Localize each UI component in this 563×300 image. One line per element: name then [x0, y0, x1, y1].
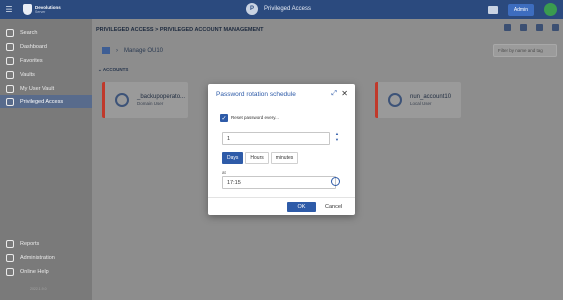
sidebar-item-label: Dashboard [20, 43, 47, 50]
sidebar-item-administration[interactable]: Administration [0, 251, 92, 264]
shield-logo-icon [23, 4, 32, 15]
help-icon [6, 267, 14, 276]
sidebar-item-online-help[interactable]: Online Help [0, 265, 92, 278]
vault-icon [6, 70, 14, 79]
search-icon [6, 28, 14, 37]
export-icon[interactable] [504, 24, 511, 31]
sidebar-item-label: Administration [20, 254, 55, 261]
version-label: 2022.1.9.0 [30, 287, 47, 291]
account-name: _backupoperato... [137, 94, 186, 100]
sidebar-item-label: Search [20, 29, 38, 36]
breadcrumb-text: PRIVILEGED ACCESS > PRIVILEGED ACCOUNT M… [96, 26, 264, 33]
gear-icon [6, 253, 14, 262]
reports-icon [6, 239, 14, 248]
sidebar-item-dashboard[interactable]: Dashboard [0, 40, 92, 53]
sidebar-item-label: Online Help [20, 268, 49, 275]
sidebar-item-label: Privileged Access [20, 98, 64, 105]
chevron-down-icon[interactable]: ▼ [334, 137, 340, 143]
page-title: Manage OU10 [124, 47, 164, 54]
sidebar-item-privileged-access[interactable]: Privileged Access [0, 95, 92, 108]
accounts-section-label[interactable]: ⌄ ACCOUNTS [98, 67, 128, 73]
sidebar-item-label: Favorites [20, 57, 43, 64]
cancel-button[interactable]: Cancel [325, 202, 342, 212]
at-label: at [222, 170, 226, 175]
module-title: P Privileged Access [246, 3, 311, 15]
reset-password-label: Reset password every... [231, 115, 279, 120]
sidebar-item-label: Vaults [20, 71, 35, 78]
expand-icon[interactable]: ⤢ [331, 90, 337, 98]
shield-icon [6, 97, 14, 106]
sidebar: Search Dashboard Favorites Vaults My Use… [0, 19, 92, 300]
add-icon[interactable] [536, 24, 543, 31]
chevron-right-icon: › [116, 47, 118, 54]
reset-password-checkbox[interactable]: ✓ [220, 114, 228, 122]
top-right-tools: Admin [487, 3, 557, 16]
unit-hours-button[interactable]: Hours [245, 152, 269, 164]
admin-button[interactable]: Admin [507, 3, 534, 16]
star-icon [6, 56, 14, 65]
breadcrumb: PRIVILEGED ACCESS > PRIVILEGED ACCOUNT M… [92, 19, 563, 40]
unit-selector: Days Hours minutes [222, 152, 299, 164]
account-name: nun_account10 [410, 94, 452, 100]
sidebar-item-my-user-vault[interactable]: My User Vault [0, 82, 92, 95]
user-icon [388, 93, 402, 107]
account-type: Local User [410, 101, 432, 106]
account-card[interactable]: _backupoperato... Domain User [102, 82, 188, 118]
account-card[interactable]: nun_account10 Local User [375, 82, 461, 118]
unit-minutes-button[interactable]: minutes [270, 152, 299, 164]
sidebar-item-label: Reports [20, 240, 40, 247]
brand-sub: Server [35, 10, 46, 14]
dashboard-icon [6, 42, 14, 51]
home-icon[interactable] [102, 47, 110, 54]
sidebar-item-reports[interactable]: Reports [0, 237, 92, 250]
unit-days-button[interactable]: Days [222, 152, 244, 164]
filter-input[interactable]: Filter by name and tag [493, 44, 557, 57]
interval-input[interactable]: 1 [222, 132, 330, 145]
avatar[interactable] [544, 3, 557, 16]
clock-icon[interactable] [331, 177, 340, 186]
sidebar-item-favorites[interactable]: Favorites [0, 54, 92, 67]
time-input[interactable]: 17:15 [222, 176, 336, 189]
account-type: Domain User [137, 101, 164, 106]
sidebar-item-label: My User Vault [20, 85, 55, 92]
user-vault-icon [6, 84, 14, 93]
interval-stepper[interactable]: ▲ ▼ [334, 131, 340, 143]
sidebar-item-search[interactable]: Search [0, 26, 92, 39]
mail-icon[interactable] [487, 5, 498, 14]
module-title-text: Privileged Access [264, 6, 312, 12]
ok-button[interactable]: OK [287, 202, 316, 212]
dialog-title: Password rotation schedule [216, 91, 296, 98]
close-icon[interactable]: ✕ [341, 89, 348, 98]
chevron-down-icon: ⌄ [98, 67, 102, 72]
pam-icon: P [246, 3, 258, 15]
password-rotation-dialog: Password rotation schedule ⤢ ✕ ✓ Reset p… [208, 84, 355, 215]
folder-icon[interactable] [552, 24, 559, 31]
app-logo: Devolutions Server [23, 4, 61, 15]
sidebar-item-vaults[interactable]: Vaults [0, 68, 92, 81]
menu-icon[interactable]: ☰ [0, 0, 18, 19]
settings-icon[interactable] [520, 24, 527, 31]
main-toolbar [504, 24, 559, 31]
key-icon [115, 93, 129, 107]
top-bar: ☰ Devolutions Server P Privileged Access… [0, 0, 563, 19]
